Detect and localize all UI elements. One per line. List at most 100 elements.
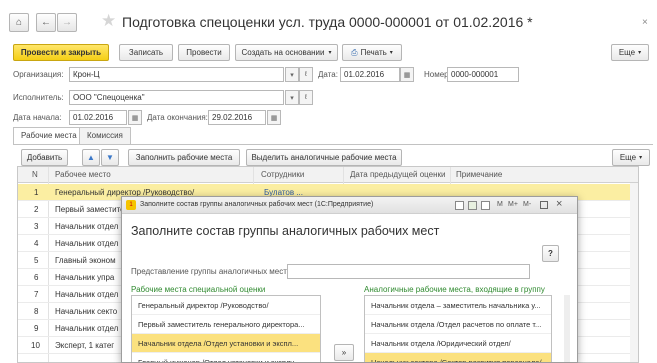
group-name-field[interactable] bbox=[287, 264, 530, 279]
app-logo-icon: 1 bbox=[126, 200, 136, 210]
list-item[interactable]: Начальник отдела – заместитель начальник… bbox=[365, 296, 551, 315]
more-button[interactable]: Еще ▾ bbox=[611, 44, 649, 61]
post-button[interactable]: Провести bbox=[178, 44, 230, 61]
list-item[interactable]: Первый заместитель генерального директор… bbox=[132, 315, 320, 334]
printer-icon: ⎙ bbox=[351, 47, 358, 57]
attach-icon[interactable] bbox=[455, 201, 464, 210]
right-list-caption: Аналогичные рабочие места, входящие в гр… bbox=[364, 285, 545, 294]
table-scrollbar[interactable] bbox=[630, 183, 638, 362]
column-header-prev-date[interactable]: Дата предыдущей оценки bbox=[350, 170, 446, 179]
fill-group-dialog: 1 Заполните состав группы аналогичных ра… bbox=[121, 196, 578, 363]
memory-minus-button[interactable]: M- bbox=[523, 201, 531, 208]
row-number: 9 bbox=[34, 324, 39, 333]
row-number: 4 bbox=[34, 239, 39, 248]
executor-open-button[interactable]: ℓ bbox=[299, 90, 313, 105]
end-date-label: Дата окончания: bbox=[147, 113, 208, 122]
dialog-scrollbar[interactable] bbox=[564, 295, 570, 362]
column-header-n[interactable]: N bbox=[32, 170, 38, 179]
organization-field[interactable]: Крон-Ц bbox=[69, 67, 284, 82]
date-label: Дата: bbox=[318, 70, 338, 79]
chevron-down-icon: ▾ bbox=[389, 50, 393, 56]
date-calendar-button[interactable]: ▦ bbox=[400, 67, 414, 82]
group-name-label: Представление группы аналогичных мест: bbox=[131, 267, 290, 276]
back-button[interactable]: ← bbox=[36, 13, 56, 32]
column-header-employees[interactable]: Сотрудники bbox=[261, 170, 304, 179]
chevron-down-icon: ▾ bbox=[290, 94, 294, 102]
memory-m-button[interactable]: M bbox=[497, 201, 503, 208]
link-icon: ℓ bbox=[304, 94, 308, 101]
list-item[interactable]: Начальник сектора /Сектор развития персо… bbox=[365, 353, 551, 362]
end-date-field[interactable]: 29.02.2016 bbox=[208, 110, 266, 125]
chevron-down-icon: ▾ bbox=[639, 155, 643, 161]
row-number: 2 bbox=[34, 205, 39, 214]
arrow-down-icon: ▼ bbox=[106, 153, 114, 162]
dialog-titlebar[interactable]: 1 Заполните состав группы аналогичных ра… bbox=[122, 197, 577, 214]
close-icon[interactable]: × bbox=[556, 198, 562, 210]
save-button[interactable]: Записать bbox=[119, 44, 173, 61]
maximize-icon[interactable] bbox=[540, 201, 548, 209]
row-number: 6 bbox=[34, 273, 39, 282]
executor-dropdown-button[interactable]: ▾ bbox=[285, 90, 299, 105]
row-number: 1 bbox=[34, 188, 39, 197]
executor-field[interactable]: ООО "Спецоценка" bbox=[69, 90, 284, 105]
row-workplace: Начальник отдел bbox=[55, 239, 119, 248]
chevron-down-icon: ▾ bbox=[328, 50, 332, 56]
move-right-button[interactable]: » bbox=[334, 344, 354, 361]
list-item[interactable]: Начальник отдела /Отдел установки и эксп… bbox=[132, 334, 320, 353]
print-label: Печать bbox=[360, 48, 387, 57]
memory-plus-button[interactable]: M+ bbox=[508, 201, 518, 208]
create-based-on-button[interactable]: Создать на основании ▾ bbox=[235, 44, 338, 61]
row-workplace: Начальник отдел bbox=[55, 324, 119, 333]
end-date-calendar-button[interactable]: ▦ bbox=[267, 110, 281, 125]
calendar-icon[interactable] bbox=[481, 201, 490, 210]
row-number: 3 bbox=[34, 222, 39, 231]
tab-commission[interactable]: Комиссия bbox=[79, 127, 131, 144]
row-number: 10 bbox=[31, 341, 40, 350]
home-button[interactable]: ⌂ bbox=[9, 13, 29, 32]
close-form-icon[interactable]: × bbox=[642, 17, 648, 28]
number-field[interactable]: 0000-000001 bbox=[447, 67, 519, 82]
source-workplaces-list[interactable]: Генеральный директор /Руководство/ Первы… bbox=[131, 295, 321, 362]
organization-label: Организация: bbox=[13, 70, 64, 79]
home-icon: ⌂ bbox=[15, 17, 23, 28]
list-item[interactable]: Начальник отдела /Отдел расчетов по опла… bbox=[365, 315, 551, 334]
move-down-button[interactable]: ▼ bbox=[101, 149, 119, 166]
table-more-label: Еще bbox=[619, 153, 637, 162]
date-field[interactable]: 01.02.2016 bbox=[340, 67, 400, 82]
row-workplace: Первый заместите bbox=[55, 205, 125, 214]
chevron-down-icon: ▾ bbox=[638, 50, 642, 56]
list-item[interactable]: Генеральный директор /Руководство/ bbox=[132, 296, 320, 315]
calendar-icon: ▦ bbox=[403, 71, 411, 79]
select-similar-button[interactable]: Выделить аналогичные рабочие места bbox=[246, 149, 402, 166]
org-dropdown-button[interactable]: ▾ bbox=[285, 67, 299, 82]
post-and-close-button[interactable]: Провести и закрыть bbox=[13, 44, 109, 61]
org-open-button[interactable]: ℓ bbox=[299, 67, 313, 82]
favorite-star-icon[interactable]: ★ bbox=[101, 11, 116, 31]
column-header-note[interactable]: Примечание bbox=[456, 170, 502, 179]
fill-workplaces-button[interactable]: Заполнить рабочие места bbox=[128, 149, 240, 166]
start-date-label: Дата начала: bbox=[13, 113, 62, 122]
table-more-button[interactable]: Еще ▾ bbox=[612, 149, 650, 166]
spreadsheet-icon[interactable] bbox=[468, 201, 477, 210]
start-date-calendar-button[interactable]: ▦ bbox=[128, 110, 142, 125]
forward-button[interactable]: → bbox=[57, 13, 77, 32]
more-label: Еще bbox=[618, 48, 636, 57]
row-workplace: Главный эконом bbox=[55, 256, 116, 265]
move-up-button[interactable]: ▲ bbox=[82, 149, 100, 166]
column-header-workplace[interactable]: Рабочее место bbox=[55, 170, 111, 179]
print-button[interactable]: ⎙ Печать ▾ bbox=[342, 44, 402, 61]
tab-workplaces[interactable]: Рабочие места bbox=[13, 127, 85, 145]
dialog-window-title: Заполните состав группы аналогичных рабо… bbox=[140, 201, 374, 208]
arrow-up-icon: ▲ bbox=[87, 153, 95, 162]
list-item[interactable]: Начальник отдела /Юридический отдел/ bbox=[365, 334, 551, 353]
arrow-right-icon: → bbox=[62, 17, 72, 28]
tab-divider bbox=[13, 144, 653, 145]
start-date-field[interactable]: 01.02.2016 bbox=[69, 110, 127, 125]
list-item[interactable]: Главный инженер /Отдел установки и экспл… bbox=[132, 353, 320, 362]
add-row-button[interactable]: Добавить bbox=[21, 149, 68, 166]
link-icon: ℓ bbox=[304, 71, 308, 78]
help-button[interactable]: ? bbox=[542, 245, 559, 262]
calendar-icon: ▦ bbox=[270, 114, 278, 122]
row-workplace: Эксперт, 1 катег bbox=[55, 341, 115, 350]
similar-workplaces-list[interactable]: Начальник отдела – заместитель начальник… bbox=[364, 295, 552, 362]
